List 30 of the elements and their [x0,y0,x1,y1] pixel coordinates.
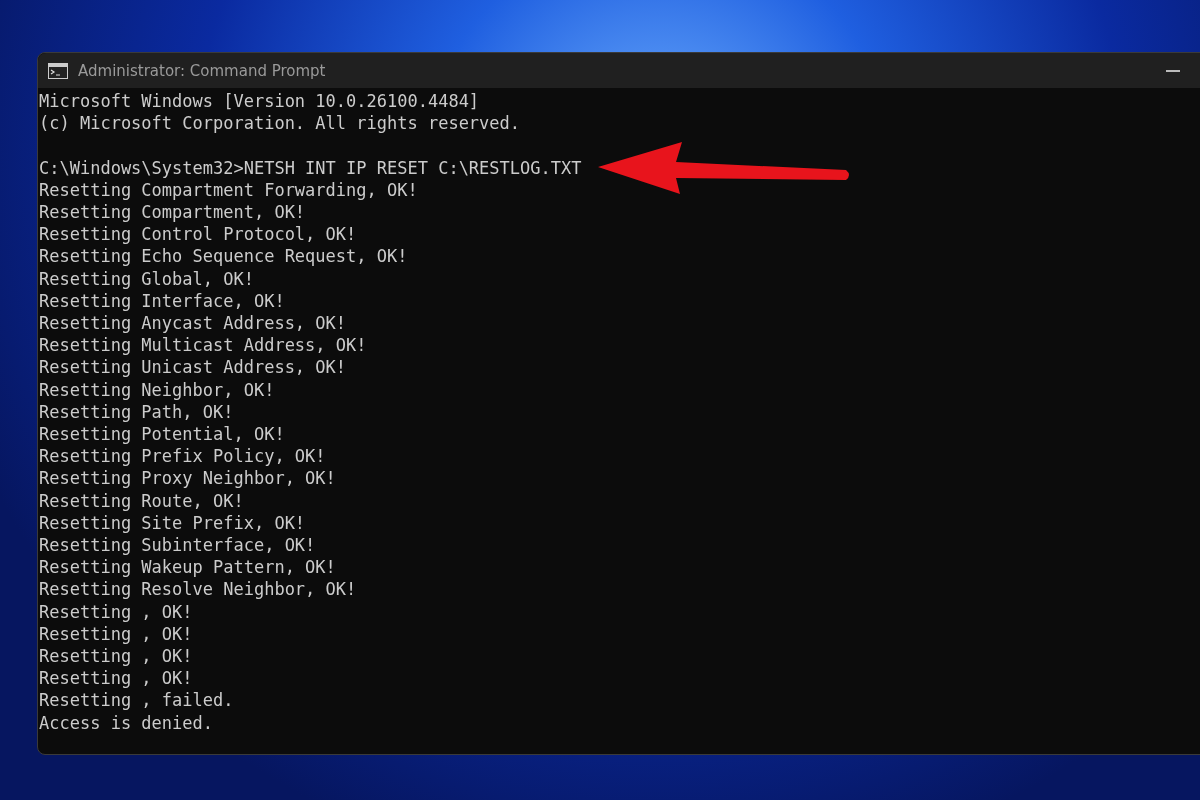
console-line: Resetting Subinterface, OK! [39,534,316,557]
console-line: Resetting , OK! [39,645,193,668]
console-line: Resetting Compartment, OK! [39,201,306,224]
console-line: Resetting , OK! [39,600,193,623]
console-line: Resetting Compartment Forwarding, OK! [39,178,418,201]
window-title: Administrator: Command Prompt [78,61,327,80]
console-line: Resetting , failed. [39,689,234,712]
console-line: Resetting Anycast Address, OK! [39,312,347,335]
console-line: Resetting Interface, OK! [39,289,285,312]
console-line: Resetting Multicast Address, OK! [39,334,367,357]
console-line: Resetting Potential, OK! [39,423,285,446]
console-line: Resetting Path, OK! [39,400,234,424]
console-line: Resetting Proxy Neighbor, OK! [39,467,336,490]
console-line: Resetting Site Prefix, OK! [39,511,306,535]
console-line: Resetting Prefix Policy, OK! [39,445,326,468]
console-line: (c) Microsoft Corporation. All rights reserved. [39,112,521,135]
command-line: C:\Windows\System32>NETSH INT IP RESET C:\RESTLOG.TXT [39,156,582,179]
console-line: Resetting Neighbor, OK! [39,378,275,401]
console-line: Resetting , OK! [39,622,193,646]
console-line: Resetting Control Protocol, OK! [39,223,357,246]
console-line: Resetting Global, OK! [39,267,254,290]
console-app-icon [48,62,68,79]
console-line: Resetting Echo Sequence Request, OK! [39,245,408,268]
console-line: Resetting , OK! [39,667,193,690]
console-line: Resetting Resolve Neighbor, OK! [39,578,357,601]
console-line: Resetting Unicast Address, OK! [39,356,347,379]
console-line: Resetting Route, OK! [39,489,244,512]
console-line: Access is denied. [39,711,213,734]
console-line: Microsoft Windows [Version 10.0.26100.4484] [39,90,480,113]
console-line: Resetting Wakeup Pattern, OK! [39,556,336,579]
